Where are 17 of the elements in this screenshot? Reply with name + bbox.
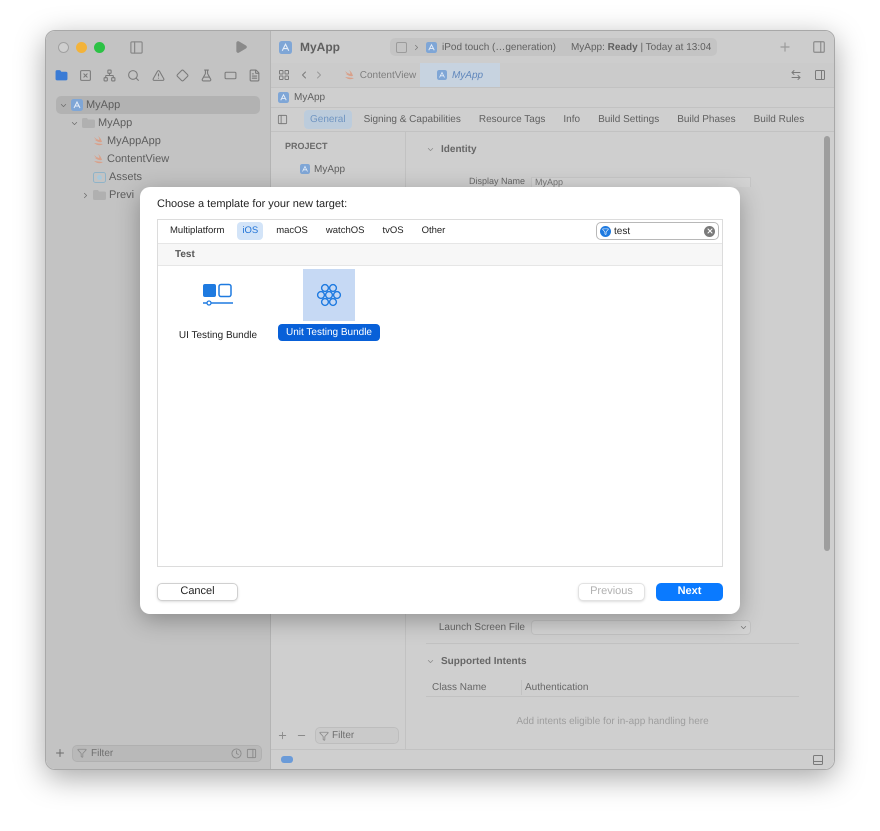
field-label: Launch Screen File bbox=[438, 621, 525, 635]
tree-label: ContentView bbox=[107, 152, 170, 167]
section-header: Test bbox=[175, 248, 195, 262]
dialog-title: Choose a template for your new target: bbox=[157, 197, 348, 212]
tree-label: MyAppApp bbox=[107, 134, 161, 149]
section-title: Supported Intents bbox=[441, 655, 527, 669]
project-title: MyApp bbox=[300, 39, 340, 56]
tree-label: MyApp bbox=[86, 98, 120, 113]
section-title: Identity bbox=[441, 143, 477, 157]
tree-label: Previ bbox=[109, 188, 134, 203]
filter-placeholder: Filter bbox=[91, 746, 114, 760]
field-label: Display Name bbox=[468, 175, 525, 188]
filter-placeholder: Filter bbox=[332, 729, 354, 743]
tree-label: MyApp bbox=[98, 116, 132, 131]
section-header: PROJECT bbox=[285, 140, 329, 153]
build-status: MyApp: Ready | Today at 13:04 bbox=[570, 40, 712, 54]
tree-label: Assets bbox=[109, 170, 142, 185]
